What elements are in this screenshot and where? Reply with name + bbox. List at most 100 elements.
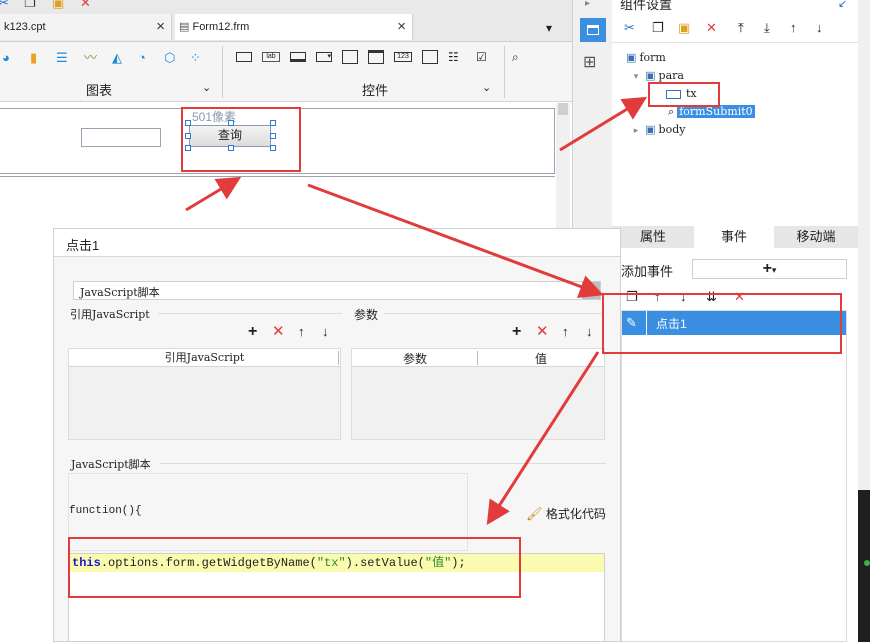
status-dot bbox=[864, 560, 870, 566]
script-type-select[interactable]: JavaScript脚本 ▾ bbox=[73, 281, 601, 300]
params-label: 参数 bbox=[354, 308, 379, 322]
hbar-chart-icon[interactable]: ☰ bbox=[56, 50, 68, 66]
chevron-down-icon: ▾ bbox=[592, 286, 597, 296]
chevron-down-icon: ▾ bbox=[771, 265, 777, 275]
add-event-label: 添加事件 bbox=[621, 264, 674, 279]
divider bbox=[504, 46, 505, 98]
cut-icon[interactable]: ✂ bbox=[624, 20, 635, 36]
area-chart-icon[interactable]: ◭ bbox=[112, 50, 122, 66]
checkbox-group-icon[interactable]: ☑ bbox=[476, 49, 487, 65]
delete-icon[interactable]: ✕ bbox=[706, 20, 717, 36]
tab-properties[interactable]: 属性 bbox=[612, 226, 694, 248]
tree-node-form[interactable]: ▣ form bbox=[626, 49, 666, 67]
gauge-chart-icon[interactable]: ◔ bbox=[138, 50, 146, 66]
move-up-icon[interactable]: ↑ bbox=[790, 20, 797, 36]
form-file-icon: ▤ bbox=[179, 21, 190, 33]
move-up-icon[interactable]: ↑ bbox=[298, 324, 305, 340]
pie-chart-icon[interactable]: ◕ bbox=[2, 50, 10, 66]
tab-cpt-file[interactable]: k123.cpt × bbox=[0, 14, 172, 40]
textarea-widget-icon[interactable] bbox=[422, 50, 438, 64]
delete-icon[interactable]: ✕ bbox=[272, 324, 285, 340]
annotation-box bbox=[181, 107, 301, 172]
add-icon[interactable]: + bbox=[248, 324, 257, 340]
combo-widget-icon[interactable]: ▾ bbox=[316, 52, 332, 62]
radio-group-icon[interactable]: ☷ bbox=[448, 49, 459, 65]
add-event-dropdown[interactable]: +▾ bbox=[692, 259, 847, 279]
copy-icon[interactable]: ❐ bbox=[24, 0, 36, 11]
expand-icon[interactable]: ↙ bbox=[838, 0, 847, 12]
delete-icon[interactable]: ✕ bbox=[80, 0, 91, 11]
search-file-icon[interactable]: ⌕ bbox=[512, 49, 519, 65]
annotation-box bbox=[648, 82, 720, 107]
line-chart-icon[interactable]: 〰 bbox=[84, 50, 97, 66]
add-icon[interactable]: + bbox=[512, 324, 521, 340]
group-chart-label: 图表 bbox=[86, 83, 113, 98]
script-type-value: JavaScript脚本 bbox=[80, 286, 160, 299]
divider bbox=[384, 313, 604, 314]
move-top-icon[interactable]: ⤒ bbox=[738, 20, 744, 36]
form-node-icon: ▣ bbox=[626, 52, 637, 64]
move-bottom-icon[interactable]: ⤓ bbox=[764, 20, 770, 36]
expand-icon[interactable]: ▸ bbox=[630, 122, 642, 138]
canvas-divider bbox=[0, 176, 555, 177]
collapse-icon[interactable]: ▾ bbox=[630, 68, 642, 84]
select-arrow[interactable] bbox=[582, 282, 600, 299]
quick-toolbar: ✂ ❐ ▣ ✕ bbox=[0, 0, 120, 14]
tree-node-body[interactable]: ▸ ▣ body bbox=[630, 121, 686, 139]
tab-frm-label: Form12.frm bbox=[192, 21, 250, 33]
paste-icon[interactable]: ▣ bbox=[52, 0, 64, 11]
cut-icon[interactable]: ✂ bbox=[0, 0, 9, 11]
annotation-box bbox=[68, 537, 521, 598]
divider bbox=[160, 463, 606, 464]
tx-textbox-widget[interactable] bbox=[81, 128, 161, 147]
move-down-icon[interactable]: ↓ bbox=[586, 324, 593, 340]
ref-js-toolbar: + ✕ ↑ ↓ bbox=[246, 324, 342, 342]
script-section-label: JavaScript脚本 bbox=[71, 458, 151, 471]
component-toolbar: ✂ ❐ ▣ ✕ ⤒ ⤓ ↑ ↓ bbox=[620, 18, 840, 38]
param-column-header: 参数 bbox=[402, 352, 427, 366]
params-toolbar: + ✕ ↑ ↓ bbox=[510, 324, 606, 342]
tab-events[interactable]: 事件 bbox=[694, 226, 774, 248]
format-code-button[interactable]: 🖌 格式化代码 bbox=[526, 505, 606, 523]
scroll-thumb[interactable] bbox=[558, 103, 568, 115]
add-icon: + bbox=[762, 260, 772, 277]
tab-frm-file[interactable]: ▤ Form12.frm × bbox=[175, 14, 413, 40]
delete-icon[interactable]: ✕ bbox=[536, 324, 549, 340]
frame-widget-icon[interactable] bbox=[342, 50, 358, 64]
value-column-header: 值 bbox=[534, 352, 547, 366]
button-widget-icon[interactable] bbox=[290, 52, 306, 62]
label-widget-icon[interactable]: lab bbox=[262, 52, 280, 62]
layout-panel-icon[interactable]: ⊞ bbox=[583, 55, 596, 71]
group-widgets-label: 控件 bbox=[362, 83, 389, 98]
brush-icon: 🖌 bbox=[526, 506, 543, 521]
scrollbar-vertical[interactable] bbox=[556, 103, 570, 233]
side-arrow-icon[interactable]: ▸ bbox=[585, 0, 590, 12]
tab-mobile[interactable]: 移动端 bbox=[774, 226, 858, 248]
annotation-box bbox=[602, 293, 842, 354]
textbox-widget-icon[interactable] bbox=[236, 52, 252, 62]
move-up-icon[interactable]: ↑ bbox=[562, 324, 569, 340]
close-icon[interactable]: × bbox=[156, 14, 165, 40]
paste-icon[interactable]: ▣ bbox=[678, 20, 690, 36]
taskbar-strip bbox=[858, 490, 870, 642]
divider bbox=[222, 46, 223, 98]
bar-chart-icon[interactable]: ▮ bbox=[30, 50, 37, 66]
move-down-icon[interactable]: ↓ bbox=[322, 324, 329, 340]
ref-js-column-header: 引用JavaScript bbox=[69, 349, 340, 367]
close-icon[interactable]: × bbox=[397, 14, 406, 40]
move-down-icon[interactable]: ↓ bbox=[816, 20, 823, 36]
dialog-title-bar: 点击1 bbox=[54, 229, 620, 257]
scatter-chart-icon[interactable]: ⁘ bbox=[190, 50, 201, 66]
radar-chart-icon[interactable]: ⬡ bbox=[164, 50, 175, 66]
ref-js-label: 引用JavaScript bbox=[70, 308, 150, 321]
window-icon bbox=[587, 25, 599, 35]
copy-icon[interactable]: ❐ bbox=[652, 20, 664, 36]
event-list bbox=[621, 310, 847, 642]
chevron-down-icon[interactable]: ⌄ bbox=[482, 80, 491, 96]
date-widget-icon[interactable] bbox=[368, 50, 384, 64]
divider bbox=[158, 313, 342, 314]
number-widget-icon[interactable]: 123 bbox=[394, 52, 412, 62]
dialog-title: 点击1 bbox=[66, 238, 100, 253]
tab-menu-icon[interactable]: ▾ bbox=[546, 20, 552, 36]
chevron-down-icon[interactable]: ⌄ bbox=[202, 80, 211, 96]
